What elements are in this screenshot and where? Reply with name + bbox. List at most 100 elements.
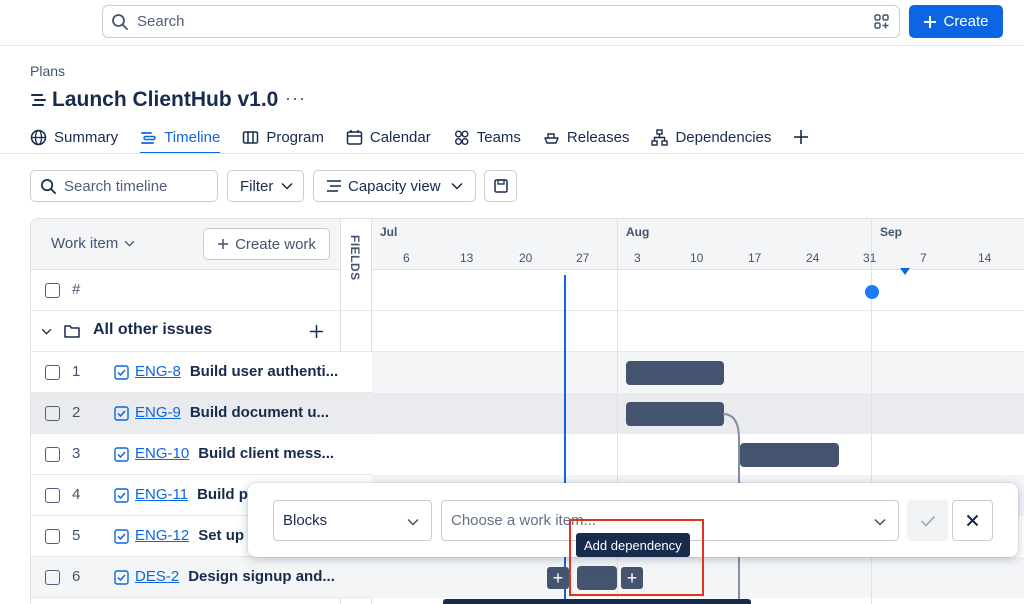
month-label: Jul: [380, 225, 398, 239]
plus-icon: [218, 239, 229, 249]
tab-releases[interactable]: Releases: [543, 124, 630, 150]
day-label: 31: [863, 251, 877, 265]
timeline-bar[interactable]: [626, 402, 724, 426]
search-placeholder: Search: [137, 13, 185, 30]
capacity-view-label: Capacity view: [348, 177, 441, 195]
tab-label: Timeline: [164, 128, 221, 146]
row-number: 3: [72, 445, 81, 462]
apps-icon[interactable]: [873, 13, 891, 31]
search-icon: [41, 178, 56, 194]
tab-calendar[interactable]: Calendar: [346, 124, 431, 150]
issue-key-link[interactable]: ENG-10: [135, 445, 189, 462]
plus-icon: [794, 130, 809, 144]
tab-label: Releases: [566, 128, 630, 146]
hierarchy-icon: [651, 128, 669, 146]
globe-icon: [30, 129, 47, 145]
tab-summary[interactable]: Summary: [30, 124, 118, 150]
tab-label: Calendar: [369, 128, 431, 146]
more-actions-button[interactable]: ···: [285, 88, 306, 109]
dependency-type-select[interactable]: Blocks: [273, 500, 432, 541]
issue-key-link[interactable]: ENG-9: [135, 404, 181, 421]
plus-icon[interactable]: [309, 324, 324, 339]
issue-summary: Build user authenti...: [189, 363, 339, 380]
save-view-button[interactable]: [484, 170, 517, 202]
task-icon: [114, 406, 129, 421]
timeline-header: Jul Aug Sep 6 13 20 27 3 10 17 24 31 7 1…: [372, 219, 1024, 275]
group-row[interactable]: All other issues: [31, 311, 372, 352]
issue-key-link[interactable]: ENG-11: [135, 486, 188, 503]
row-checkbox[interactable]: [45, 529, 60, 544]
row-number: 1: [72, 363, 81, 380]
page-title: Launch ClientHub v1.0: [52, 88, 279, 111]
row-number: 5: [72, 527, 81, 544]
save-icon: [493, 179, 508, 193]
tab-program[interactable]: Program: [242, 124, 324, 150]
create-work-button[interactable]: Create work: [203, 228, 330, 260]
board-icon: [243, 130, 259, 144]
day-label: 20: [519, 251, 533, 265]
tab-timeline[interactable]: Timeline: [140, 124, 221, 154]
tab-label: Summary: [54, 128, 119, 146]
task-icon: [114, 488, 129, 503]
timeline-bar[interactable]: [740, 443, 839, 467]
timeline-bar[interactable]: [626, 361, 724, 385]
filter-button[interactable]: Filter: [227, 170, 304, 202]
row-number: 4: [72, 486, 81, 503]
capacity-view-button[interactable]: Capacity view: [313, 170, 476, 202]
day-label: 17: [748, 251, 762, 265]
create-button[interactable]: Create: [909, 5, 1003, 38]
add-tab-button[interactable]: [793, 124, 809, 150]
issue-key-link[interactable]: DES-2: [135, 568, 179, 585]
work-item-column-header[interactable]: Work item: [51, 235, 135, 252]
plus-icon: [924, 15, 937, 28]
row-checkbox[interactable]: [45, 365, 60, 380]
tab-teams[interactable]: Teams: [453, 124, 521, 150]
search-icon: [112, 13, 128, 30]
milestone-marker[interactable]: [865, 285, 879, 299]
breadcrumb[interactable]: Plans: [30, 63, 65, 79]
row-checkbox[interactable]: [45, 570, 60, 585]
day-label: 6: [403, 251, 410, 265]
ship-icon: [544, 132, 559, 144]
tab-dependencies[interactable]: Dependencies: [651, 124, 771, 150]
add-dependency-before-button[interactable]: +: [547, 567, 569, 589]
date-tooltip: [443, 599, 751, 604]
view-tabs: Summary Timeline Program Calendar Teams …: [30, 124, 809, 154]
tab-label: Dependencies: [675, 128, 772, 146]
work-item-header-label: Work item: [51, 235, 119, 252]
row-number: 2: [72, 404, 81, 421]
table-row[interactable]: 3 ENG-10 Build client mess...: [31, 434, 372, 475]
month-divider: [617, 219, 618, 270]
people-icon: [454, 130, 469, 145]
day-label: 14: [978, 251, 992, 265]
top-navigation-bar: Search Create: [0, 0, 1024, 46]
task-icon: [114, 365, 129, 380]
row-checkbox[interactable]: [45, 406, 60, 421]
table-row[interactable]: 2 ENG-9 Build document u...: [31, 393, 372, 434]
filter-label: Filter: [240, 177, 274, 195]
table-row[interactable]: 6 DES-2 Design signup and...: [31, 557, 372, 598]
row-checkbox[interactable]: [45, 488, 60, 503]
calendar-icon: [346, 129, 363, 145]
close-icon: [966, 514, 979, 527]
cancel-button[interactable]: [952, 500, 993, 541]
row-checkbox[interactable]: [45, 447, 60, 462]
row-number: 6: [72, 568, 81, 585]
day-label: 27: [576, 251, 590, 265]
issue-key-link[interactable]: ENG-8: [135, 363, 181, 380]
day-label: 13: [460, 251, 474, 265]
confirm-button[interactable]: [907, 500, 948, 541]
timeline-icon: [141, 131, 156, 144]
issue-summary: Build client mess...: [198, 445, 335, 462]
global-search-input[interactable]: Search: [102, 5, 900, 38]
list-header-row: #: [31, 270, 372, 311]
issue-key-link[interactable]: ENG-12: [135, 527, 189, 544]
select-all-checkbox[interactable]: [45, 283, 60, 298]
task-icon: [114, 529, 129, 544]
chevron-down-icon: [451, 182, 463, 190]
table-row[interactable]: 1 ENG-8 Build user authenti...: [31, 352, 372, 393]
task-icon: [114, 447, 129, 462]
timeline-search-input[interactable]: Search timeline: [30, 170, 218, 202]
chevron-down-icon[interactable]: [41, 328, 52, 335]
dependency-type-value: Blocks: [283, 512, 328, 529]
